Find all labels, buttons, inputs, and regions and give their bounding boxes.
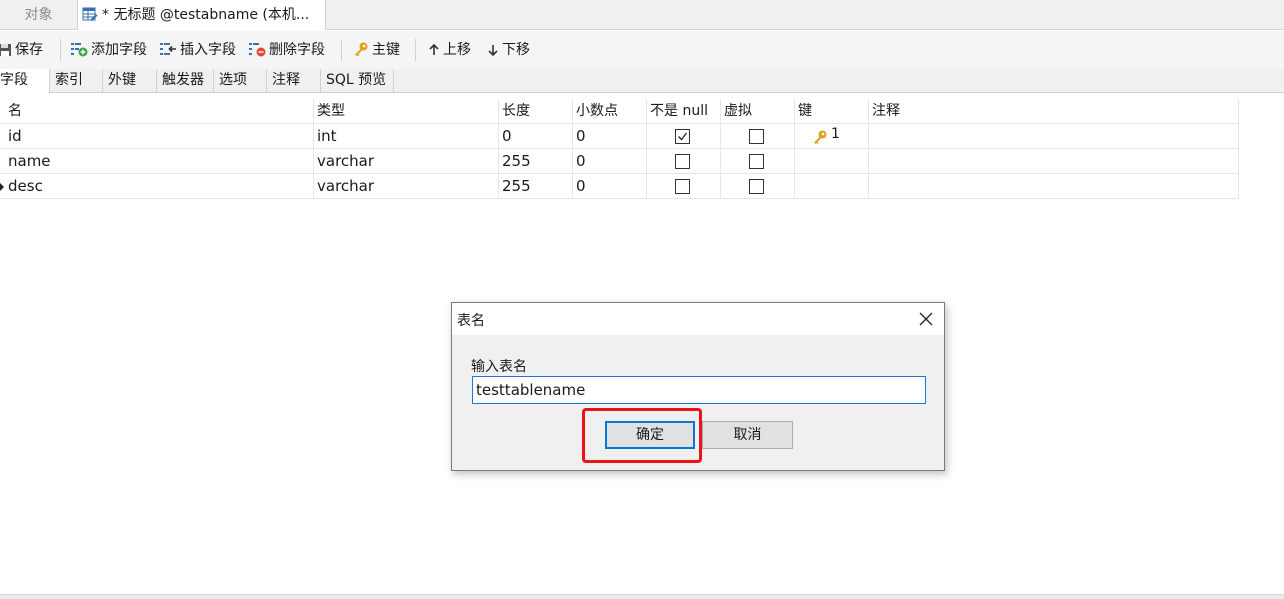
delete-field-icon — [249, 43, 266, 57]
tab-options[interactable]: 选项 — [214, 69, 267, 93]
field-length-cell[interactable]: 255 — [499, 174, 573, 199]
delete-field-button[interactable]: 删除字段 — [248, 40, 325, 60]
toolbar-divider — [415, 39, 416, 61]
table-row[interactable]: id int 0 0 1 — [0, 124, 1239, 149]
dialog-title-bar[interactable]: 表名 — [452, 303, 944, 335]
tab-title: * 无标题 @testabname (本机... — [102, 7, 310, 23]
column-header-key[interactable]: 键 — [795, 99, 869, 124]
document-tab-strip: 对象 * 无标题 @testabname (本机... — [0, 0, 1284, 30]
field-comment-cell[interactable] — [869, 174, 1239, 199]
field-name-cell[interactable]: desc — [5, 174, 314, 199]
status-bar — [0, 594, 1284, 599]
table-row[interactable]: name varchar 255 0 — [0, 149, 1239, 174]
grid-header-row: 名 类型 长度 小数点 不是 null 虚拟 键 注释 — [0, 99, 1239, 124]
field-type-cell[interactable]: varchar — [314, 149, 499, 174]
dialog-title: 表名 — [457, 313, 485, 329]
virtual-cell — [721, 124, 795, 149]
move-up-button[interactable]: 上移 — [428, 40, 471, 60]
tab-untitled-table[interactable]: * 无标题 @testabname (本机... — [78, 0, 326, 30]
table-name-prompt: 输入表名 — [471, 359, 527, 375]
virtual-checkbox[interactable] — [749, 154, 764, 169]
primary-key-icon — [814, 130, 827, 144]
virtual-cell — [721, 149, 795, 174]
move-down-button[interactable]: 下移 — [487, 40, 530, 60]
ok-button[interactable]: 确定 — [605, 421, 695, 449]
toolbar-divider — [341, 39, 342, 61]
field-length-cell[interactable]: 255 — [499, 149, 573, 174]
current-row-indicator-icon — [0, 183, 4, 191]
primary-key-button[interactable]: 主键 — [353, 40, 400, 60]
designer-subtabs: 字段 索引 外键 触发器 选项 注释 SQL 预览 — [0, 69, 1284, 94]
field-type-cell[interactable]: varchar — [314, 174, 499, 199]
toolbar-divider — [60, 39, 61, 61]
toolbar: 保存 添加字段 插入字段 删除字段 主键 上移 下移 — [0, 31, 1284, 69]
column-header-type[interactable]: 类型 — [314, 99, 499, 124]
table-row[interactable]: desc varchar 255 0 — [0, 174, 1239, 199]
not-null-checkbox[interactable] — [675, 154, 690, 169]
tab-foreign-keys[interactable]: 外键 — [103, 69, 157, 93]
not-null-cell — [647, 149, 721, 174]
not-null-cell — [647, 174, 721, 199]
move-down-label: 下移 — [502, 42, 530, 58]
insert-field-button[interactable]: 插入字段 — [159, 40, 236, 60]
tab-triggers[interactable]: 触发器 — [157, 69, 214, 93]
column-header-virtual[interactable]: 虚拟 — [721, 99, 795, 124]
insert-field-label: 插入字段 — [180, 42, 236, 58]
close-button[interactable] — [916, 309, 936, 329]
tab-sql-preview[interactable]: SQL 预览 — [321, 69, 394, 93]
move-up-label: 上移 — [443, 42, 471, 58]
field-decimals-cell[interactable]: 0 — [573, 149, 647, 174]
field-comment-cell[interactable] — [869, 149, 1239, 174]
arrow-up-icon — [429, 43, 439, 55]
tab-objects[interactable]: 对象 — [0, 0, 78, 30]
arrow-down-icon — [488, 45, 498, 57]
checkmark-icon — [678, 132, 688, 141]
field-decimals-cell[interactable]: 0 — [573, 124, 647, 149]
virtual-cell — [721, 174, 795, 199]
save-icon — [0, 44, 11, 56]
field-name-cell[interactable]: id — [5, 124, 314, 149]
field-length-cell[interactable]: 0 — [499, 124, 573, 149]
table-name-dialog: 表名 输入表名 确定 取消 — [451, 302, 945, 471]
insert-field-icon — [160, 43, 176, 55]
table-design-icon — [82, 3, 98, 21]
column-header-length[interactable]: 长度 — [499, 99, 573, 124]
field-decimals-cell[interactable]: 0 — [573, 174, 647, 199]
delete-field-label: 删除字段 — [269, 42, 325, 58]
field-name-cell[interactable]: name — [5, 149, 314, 174]
key-cell[interactable] — [795, 149, 869, 174]
field-comment-cell[interactable] — [869, 124, 1239, 149]
save-label: 保存 — [15, 42, 43, 58]
key-icon — [355, 42, 368, 56]
save-button[interactable]: 保存 — [0, 40, 43, 60]
add-field-button[interactable]: 添加字段 — [70, 40, 147, 60]
not-null-checkbox[interactable] — [675, 179, 690, 194]
primary-key-label: 主键 — [372, 42, 400, 58]
column-header-decimals[interactable]: 小数点 — [573, 99, 647, 124]
key-order: 1 — [831, 126, 840, 142]
not-null-cell — [647, 124, 721, 149]
tab-comments[interactable]: 注释 — [267, 69, 321, 93]
key-cell[interactable]: 1 — [795, 124, 869, 149]
add-field-label: 添加字段 — [91, 42, 147, 58]
key-cell[interactable] — [795, 174, 869, 199]
column-header-comment[interactable]: 注释 — [869, 99, 1239, 124]
field-type-cell[interactable]: int — [314, 124, 499, 149]
virtual-checkbox[interactable] — [749, 179, 764, 194]
column-header-name[interactable]: 名 — [5, 99, 314, 124]
tab-indexes[interactable]: 索引 — [50, 69, 103, 93]
table-name-input[interactable] — [472, 376, 926, 404]
virtual-checkbox[interactable] — [749, 129, 764, 144]
cancel-button[interactable]: 取消 — [702, 421, 793, 449]
tab-fields[interactable]: 字段 — [0, 69, 50, 94]
column-header-not-null[interactable]: 不是 null — [647, 99, 721, 124]
close-icon — [919, 312, 933, 326]
not-null-checkbox[interactable] — [675, 129, 690, 144]
add-field-icon — [71, 43, 88, 57]
